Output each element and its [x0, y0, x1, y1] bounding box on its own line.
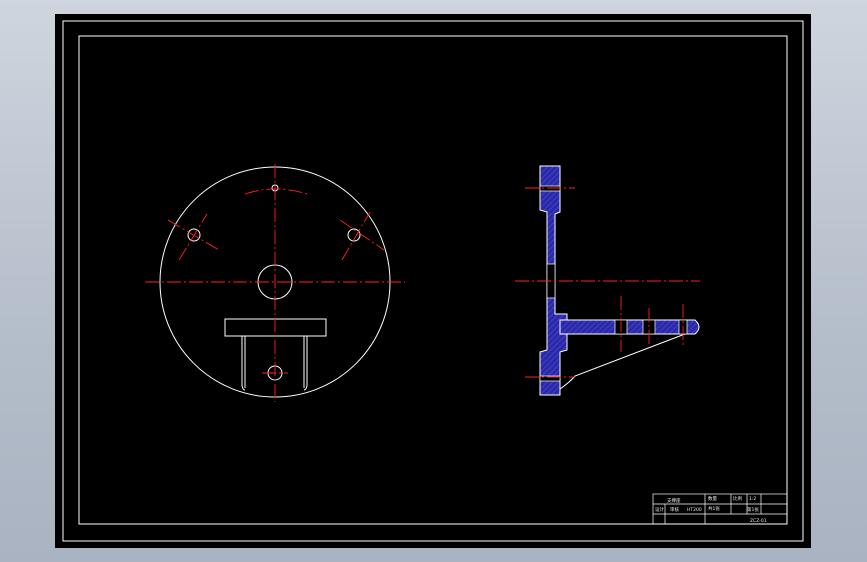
horizontal-arm-section — [559, 319, 700, 335]
mounting-block — [224, 318, 327, 337]
checker-label: 审核 — [670, 506, 679, 513]
title-block-text: 支撑座 数量 比例 1:2 共1张 设计 审核 HT200 第1张 ZCZ-01 — [655, 495, 767, 524]
support-rib — [559, 333, 686, 390]
drawing-sheet: 支撑座 数量 比例 1:2 共1张 设计 审核 HT200 第1张 ZCZ-01 — [55, 14, 811, 548]
bottom-slot — [241, 336, 308, 391]
cad-drawing: 支撑座 数量 比例 1:2 共1张 设计 审核 HT200 第1张 ZCZ-01 — [62, 20, 804, 542]
scale-value: 1:2 — [749, 496, 756, 502]
side-section-view — [539, 165, 700, 396]
drawing-number: ZCZ-01 — [750, 518, 767, 524]
sheet-count: 共1张 — [708, 505, 720, 512]
part-name: 支撑座 — [667, 497, 681, 504]
scale-label: 比例 — [733, 495, 742, 502]
designer-label: 设计 — [655, 506, 664, 513]
front-centerlines — [145, 164, 405, 402]
quantity-label: 数量 — [708, 495, 717, 502]
sheet-number: 第1张 — [747, 506, 759, 513]
material: HT200 — [687, 507, 702, 513]
plate-hole-top — [539, 185, 561, 192]
side-centerlines — [515, 187, 700, 378]
inner-frame — [78, 35, 788, 525]
